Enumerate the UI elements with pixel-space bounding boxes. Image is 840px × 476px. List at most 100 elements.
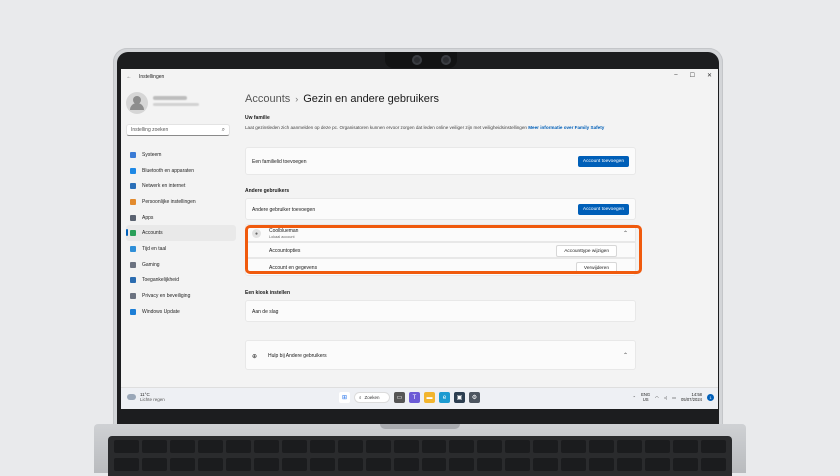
keyboard-key: [253, 440, 279, 453]
notification-badge[interactable]: 1: [707, 393, 714, 401]
keyboard-key: [197, 440, 223, 453]
weather-widget[interactable]: 11°C Lichte regen: [127, 392, 165, 402]
help-card[interactable]: ⊕ Hulp bij Andere gebruikers ⌃: [245, 340, 636, 370]
settings-window: ← Instellingen – ☐ ✕ Instelling zoeken ⌕…: [121, 69, 718, 409]
chevron-up-icon[interactable]: ⌃: [623, 352, 628, 359]
sidebar-item-accounts[interactable]: Accounts: [126, 225, 236, 242]
chevron-up-icon[interactable]: ⌃: [633, 395, 637, 400]
sidebar-item-gaming[interactable]: Gaming: [126, 257, 236, 273]
keyboard-key: [114, 440, 139, 453]
teams-icon[interactable]: T: [409, 392, 420, 403]
user-card-header[interactable]: ● Coolblueman Lokaal account ⌃: [245, 224, 636, 242]
breadcrumb-chevron-icon: ›: [295, 94, 299, 104]
keyboard-key: [421, 440, 447, 453]
maximize-icon[interactable]: ☐: [690, 72, 695, 79]
add-family-account-button[interactable]: Account toevoegen: [577, 156, 629, 167]
store-icon[interactable]: ▣: [454, 392, 465, 403]
sidebar-item-privacy-en-beveiliging[interactable]: Privacy en beveiliging: [126, 288, 236, 304]
keyboard-key: [393, 440, 419, 453]
user-avatar-icon[interactable]: [126, 92, 148, 114]
sidebar-item-apps[interactable]: Apps: [126, 210, 236, 226]
sidebar-item-toegankelijkheid[interactable]: Toegankelijkheid: [126, 273, 236, 289]
blurred-account-email: [153, 103, 199, 106]
keyboard-key: [141, 440, 167, 453]
sidebar-item-label: Accounts: [142, 230, 163, 237]
sidebar-item-tijd-en-taal[interactable]: Tijd en taal: [126, 241, 236, 257]
keyboard-key: [197, 457, 223, 471]
clock-date: 05/07/2024: [681, 397, 702, 402]
remove-account-button[interactable]: Verwijderen: [575, 262, 617, 274]
keyboard-key: [365, 457, 391, 471]
edge-icon[interactable]: e: [439, 392, 450, 403]
close-icon[interactable]: ✕: [707, 72, 712, 79]
keyboard-key: [561, 440, 587, 453]
keyboard-key: [393, 457, 419, 471]
account-data-row: Account en gegevens Verwijderen: [245, 258, 636, 276]
keyboard-key: [673, 440, 699, 453]
taskbar-search[interactable]: ⌕ Zoeken: [354, 392, 390, 403]
taskbar-search-label: Zoeken: [364, 395, 380, 400]
account-options-row: Accountopties Accounttype wijzigen: [245, 242, 636, 258]
sidebar-item-label: Netwerk en internet: [142, 183, 186, 190]
sidebar: Instelling zoeken ⌕ Systeem Bluetooth en …: [121, 84, 237, 384]
back-arrow-icon[interactable]: ←: [125, 74, 133, 80]
add-other-account-button[interactable]: Account toevoegen: [577, 204, 629, 215]
battery-icon[interactable]: ▭: [672, 395, 676, 400]
user-type: Lokaal account: [269, 235, 295, 239]
keyboard-key: [225, 440, 251, 453]
keyboard-key: [337, 457, 363, 471]
accessibility-icon: [130, 277, 136, 284]
keyboard-key: [645, 457, 671, 471]
family-safety-link[interactable]: Meer informatie over Family Safety: [528, 125, 604, 130]
clock[interactable]: 14:58 05/07/2024: [681, 392, 702, 402]
breadcrumb-accounts[interactable]: Accounts: [245, 93, 290, 105]
change-account-type-button[interactable]: Accounttype wijzigen: [556, 245, 617, 257]
bluetooth-icon: [130, 167, 136, 174]
lang-region: US: [642, 397, 649, 402]
settings-search-input[interactable]: Instelling zoeken ⌕: [126, 124, 230, 136]
page-title: Gezin en andere gebruikers: [303, 93, 439, 105]
sidebar-item-persoonlijke-instellingen[interactable]: Persoonlijke instellingen: [126, 194, 236, 210]
window-controls: – ☐ ✕: [674, 72, 712, 79]
language-indicator[interactable]: ENG US: [641, 392, 650, 402]
keyboard-key: [589, 440, 615, 453]
system-tray: ⌃ ENG US ◠ ◁ ▭ 14:58 05/07/2024 1: [633, 392, 714, 402]
update-icon: [130, 308, 136, 315]
keyboard-key: [533, 440, 559, 453]
windows-start-icon[interactable]: ⊞: [339, 392, 350, 403]
keyboard: [108, 436, 732, 476]
task-view-icon[interactable]: ▭: [394, 392, 405, 403]
volume-icon[interactable]: ◁: [664, 395, 667, 400]
sidebar-item-label: Bluetooth en apparaten: [142, 167, 194, 174]
sidebar-item-systeem[interactable]: Systeem: [126, 147, 236, 163]
family-description: Laat gezinsleden zich aanmelden op deze …: [245, 124, 637, 131]
keyboard-key: [449, 457, 475, 471]
keyboard-key: [701, 440, 726, 453]
minimize-icon[interactable]: –: [674, 72, 677, 79]
settings-gear-icon[interactable]: ⚙: [469, 392, 480, 403]
sidebar-item-bluetooth-en-apparaten[interactable]: Bluetooth en apparaten: [126, 163, 236, 179]
family-desc-text: Laat gezinsleden zich aanmelden op deze …: [245, 125, 527, 130]
file-explorer-icon[interactable]: ▬: [424, 392, 435, 403]
sidebar-item-label: Apps: [142, 214, 154, 221]
sidebar-item-netwerk-en-internet[interactable]: Netwerk en internet: [126, 178, 236, 194]
camera-notch: [385, 52, 457, 68]
keyboard-key: [673, 457, 699, 471]
add-family-card: Een familielid toevoegen Account toevoeg…: [245, 147, 636, 175]
globe-help-icon: ⊕: [252, 354, 258, 360]
person-icon: ●: [252, 229, 261, 238]
globe-clock-icon: [130, 245, 136, 252]
keyboard-key: [225, 457, 251, 471]
search-icon[interactable]: ⌕: [222, 127, 225, 134]
chevron-up-icon[interactable]: ⌃: [623, 230, 628, 237]
kiosk-start-label: Aan de slag: [252, 309, 279, 315]
kiosk-card[interactable]: Aan de slag: [245, 300, 636, 322]
wifi-icon[interactable]: ◠: [655, 395, 659, 400]
sidebar-item-label: Windows Update: [142, 308, 180, 315]
sidebar-item-windows-update[interactable]: Windows Update: [126, 304, 236, 320]
sidebar-nav: Systeem Bluetooth en apparaten Netwerk en …: [126, 147, 236, 320]
keyboard-key: [505, 440, 531, 453]
apps-icon: [130, 214, 136, 221]
cloud-rain-icon: [127, 394, 136, 400]
other-users-heading: Andere gebruikers: [245, 188, 290, 194]
